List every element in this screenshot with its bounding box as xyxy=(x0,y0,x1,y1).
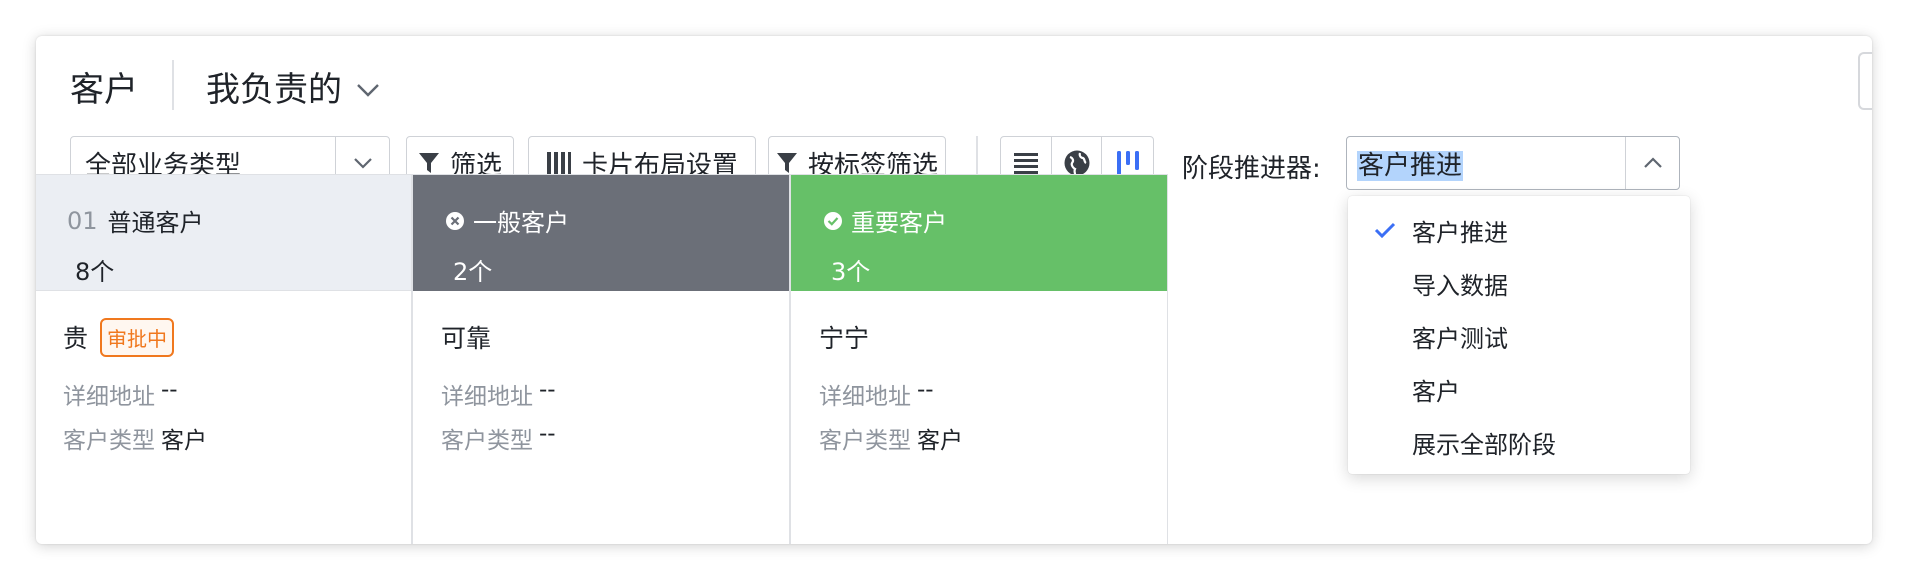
stage-option-label: 客户测试 xyxy=(1412,325,1508,353)
field-key: 客户类型 xyxy=(441,428,533,454)
field-key: 详细地址 xyxy=(63,384,155,410)
chevron-up-icon xyxy=(1625,137,1679,189)
chevron-down-icon xyxy=(357,83,379,97)
field-value: -- xyxy=(917,377,934,403)
card-title: 贵 xyxy=(63,324,89,353)
column-title: 普通客户 xyxy=(107,209,204,237)
column-header[interactable]: 一般客户 2个 xyxy=(413,175,789,291)
view-filter-select[interactable]: 我负责的 xyxy=(206,62,380,111)
funnel-icon xyxy=(418,153,439,173)
card-title: 宁宁 xyxy=(819,324,870,353)
title-divider xyxy=(172,60,174,110)
status-badge: 审批中 xyxy=(100,317,175,357)
field-value: 客户 xyxy=(917,428,963,454)
column-title: 一般客户 xyxy=(473,209,569,237)
column-title: 重要客户 xyxy=(851,209,947,237)
card-field: 客户类型 -- xyxy=(441,421,789,455)
stage-advancer-value: 客户推进 xyxy=(1357,150,1464,181)
page-title: 客户 xyxy=(70,70,138,110)
stage-option[interactable]: 导入数据 xyxy=(1348,257,1690,310)
side-panel-edge[interactable] xyxy=(1858,52,1872,110)
column-header[interactable]: 重要客户 3个 xyxy=(791,175,1167,291)
column-count: 2个 xyxy=(453,258,493,286)
column-header[interactable]: 01 普通客户 8个 xyxy=(36,175,411,291)
field-value: -- xyxy=(161,377,178,403)
stage-option-label: 客户推进 xyxy=(1412,219,1508,247)
stage-option-label: 客户 xyxy=(1412,378,1460,406)
field-key: 详细地址 xyxy=(441,384,533,410)
kanban-column: 01 普通客户 8个 贵 审批中 详细地址 -- 客户类型 客户 xyxy=(36,174,412,544)
view-filter-label: 我负责的 xyxy=(206,70,342,110)
stage-option-label: 展示全部阶段 xyxy=(1412,431,1556,459)
stage-option[interactable]: 客户测试 xyxy=(1348,310,1690,363)
stage-option[interactable]: 客户推进 xyxy=(1348,204,1690,257)
kanban-board: 01 普通客户 8个 贵 审批中 详细地址 -- 客户类型 客户 一般客户 2个… xyxy=(36,174,1170,544)
x-circle-icon xyxy=(446,211,464,230)
field-key: 详细地址 xyxy=(819,384,911,410)
customer-card[interactable]: 可靠 详细地址 -- 客户类型 -- xyxy=(413,291,789,455)
card-field: 详细地址 -- xyxy=(441,377,789,411)
crm-window: 客户 我负责的 全部业务类型 筛选 卡片布局设置 按标签筛选 阶段推进器: 客户… xyxy=(36,36,1872,544)
card-field: 客户类型 客户 xyxy=(63,421,411,455)
customer-card[interactable]: 贵 审批中 详细地址 -- 客户类型 客户 xyxy=(36,291,411,455)
kanban-column: 重要客户 3个 宁宁 详细地址 -- 客户类型 客户 xyxy=(790,174,1168,544)
card-field: 详细地址 -- xyxy=(63,377,411,411)
customer-card[interactable]: 宁宁 详细地址 -- 客户类型 客户 xyxy=(791,291,1167,455)
check-circle-icon xyxy=(824,211,842,230)
card-title: 可靠 xyxy=(441,324,492,353)
show-all-stages-option[interactable]: 展示全部阶段 xyxy=(1348,416,1690,469)
field-value: -- xyxy=(539,377,556,403)
stage-option[interactable]: 客户 xyxy=(1348,363,1690,416)
funnel-icon xyxy=(776,153,797,173)
columns-icon xyxy=(546,152,571,174)
stage-advancer-label: 阶段推进器: xyxy=(1182,154,1321,184)
kanban-column: 一般客户 2个 可靠 详细地址 -- 客户类型 -- xyxy=(412,174,790,544)
column-count: 3个 xyxy=(831,258,871,286)
field-value: 客户 xyxy=(161,428,207,454)
stage-option-label: 导入数据 xyxy=(1412,272,1508,300)
column-index: 01 xyxy=(67,206,98,235)
field-key: 客户类型 xyxy=(63,428,155,454)
card-field: 详细地址 -- xyxy=(819,377,1167,411)
field-value: -- xyxy=(539,421,556,447)
card-field: 客户类型 客户 xyxy=(819,421,1167,455)
stage-advancer-select[interactable]: 客户推进 xyxy=(1346,136,1680,190)
column-count: 8个 xyxy=(75,258,115,286)
check-icon xyxy=(1374,222,1396,239)
field-key: 客户类型 xyxy=(819,428,911,454)
stage-dropdown-menu: 客户推进 导入数据 客户测试 客户 展示全部阶段 xyxy=(1348,196,1690,474)
